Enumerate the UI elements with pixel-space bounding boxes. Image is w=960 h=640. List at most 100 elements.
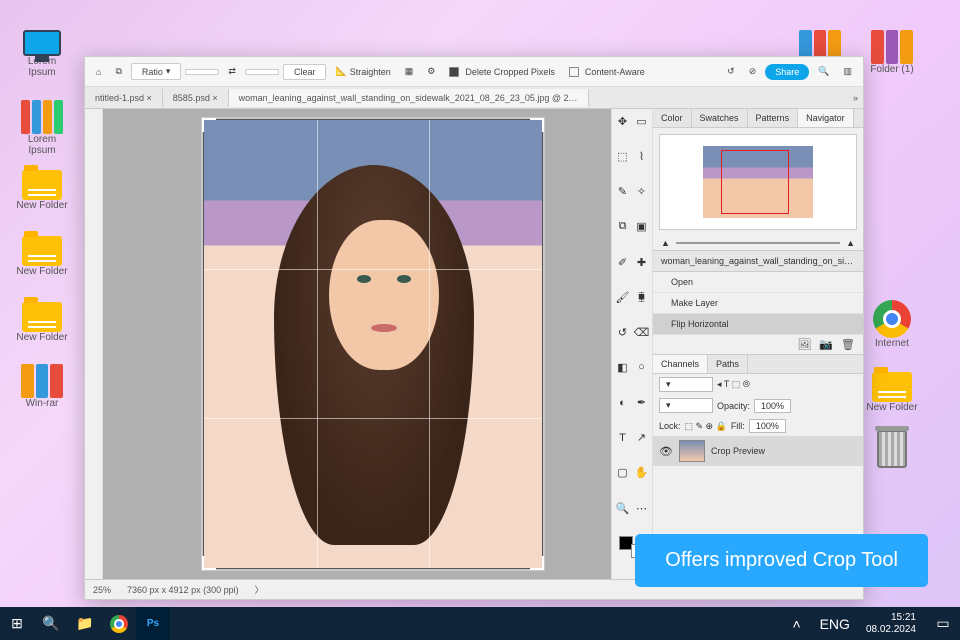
- tool-eraser-icon[interactable]: ⌫: [633, 324, 650, 341]
- status-zoom[interactable]: 25%: [93, 585, 111, 595]
- layer-kind-select[interactable]: ▾: [659, 398, 713, 413]
- tool-shape-icon[interactable]: ▢: [614, 464, 631, 481]
- desktop-icon-thispc[interactable]: Lorem Ipsum: [14, 30, 70, 78]
- tray-notifications-icon[interactable]: ▭: [926, 607, 960, 640]
- tool-artboard-icon[interactable]: ▭: [633, 113, 650, 130]
- desktop-icon-binders-2[interactable]: Folder (1): [864, 30, 920, 75]
- tab-swatches[interactable]: Swatches: [692, 109, 748, 127]
- tool-lasso-icon[interactable]: ⌇: [633, 148, 650, 165]
- desktop-icon-chrome[interactable]: Internet: [864, 300, 920, 349]
- camera-icon[interactable]: 📷: [819, 338, 833, 351]
- crop-handle-tl[interactable]: [202, 118, 216, 132]
- tool-history-icon[interactable]: ↺: [614, 324, 631, 341]
- tray-lang[interactable]: ENG: [814, 607, 856, 640]
- crop-handle-bl[interactable]: [202, 556, 216, 570]
- desktop-icon-binders[interactable]: Lorem Ipsum: [14, 100, 70, 156]
- opacity-input[interactable]: 100%: [754, 399, 791, 413]
- reset-icon[interactable]: ↺: [722, 63, 740, 80]
- left-gutter: [85, 109, 103, 579]
- canvas-area[interactable]: [103, 109, 611, 579]
- tab-paths[interactable]: Paths: [708, 355, 748, 373]
- fill-input[interactable]: 100%: [749, 419, 786, 433]
- taskbar-search-icon[interactable]: 🔍: [34, 607, 68, 640]
- desktop-icon-folder-r[interactable]: New Folder: [864, 368, 920, 413]
- crop-handle-br[interactable]: [530, 556, 544, 570]
- tool-more-icon[interactable]: ⋯: [633, 500, 650, 517]
- crop-handle-tr[interactable]: [530, 118, 544, 132]
- tab-navigator[interactable]: Navigator: [798, 109, 854, 127]
- options-bar: ⌂ ⧉ Ratio ▾ ⇄ Clear 📐 Straighten ▦ ⚙ Del…: [85, 57, 863, 87]
- tool-pen-icon[interactable]: ✒: [633, 394, 650, 411]
- tab-doc-3[interactable]: woman_leaning_against_wall_standing_on_s…: [229, 89, 589, 107]
- share-button[interactable]: Share: [765, 64, 809, 80]
- swap-icon[interactable]: ⇄: [223, 63, 241, 80]
- history-step-flip[interactable]: Flip Horizontal: [653, 314, 863, 335]
- tool-eyedrop-icon[interactable]: ✐: [614, 254, 631, 271]
- tool-move-icon[interactable]: ✥: [614, 113, 631, 130]
- snapshot-icon[interactable]: 🖼: [797, 338, 811, 351]
- tab-doc-1[interactable]: ntitled-1.psd ×: [85, 89, 163, 107]
- cancel-icon[interactable]: ⊘: [744, 63, 762, 80]
- tray-clock[interactable]: 15:21 08.02.2024: [856, 612, 926, 636]
- photoshop-window: ⌂ ⧉ Ratio ▾ ⇄ Clear 📐 Straighten ▦ ⚙ Del…: [84, 56, 864, 600]
- crop-tool-icon[interactable]: ⧉: [110, 63, 126, 80]
- tool-dodge-icon[interactable]: ◐: [614, 394, 631, 411]
- tray-chevron-icon[interactable]: ˄: [780, 607, 814, 640]
- tool-blur-icon[interactable]: ○: [633, 359, 650, 376]
- home-icon[interactable]: ⌂: [91, 64, 106, 80]
- tool-hand-icon[interactable]: ✋: [633, 464, 650, 481]
- opacity-label: Opacity:: [717, 401, 750, 411]
- lock-icons[interactable]: ⬚ ✎ ⊕ 🔒: [685, 421, 727, 432]
- status-dims: 7360 px x 4912 px (300 ppi): [127, 585, 239, 595]
- fill-label: Fill:: [731, 421, 745, 431]
- tab-color[interactable]: Color: [653, 109, 692, 127]
- history-step-open[interactable]: Open: [653, 272, 863, 293]
- tool-gradient-icon[interactable]: ◧: [614, 359, 631, 376]
- crop-bounding-box[interactable]: [203, 119, 543, 569]
- desktop-icon-folder-3[interactable]: New Folder: [14, 298, 70, 343]
- tool-wand-icon[interactable]: ✧: [633, 183, 650, 200]
- tool-marquee-icon[interactable]: ⬚: [614, 148, 631, 165]
- workspace-icon[interactable]: ▥: [838, 63, 857, 80]
- tool-path-icon[interactable]: ↗: [633, 429, 650, 446]
- taskbar-explorer-icon[interactable]: 📁: [68, 607, 102, 640]
- search-icon[interactable]: 🔍: [813, 63, 834, 80]
- panels: Color Swatches Patterns Navigator ▲▲ wom…: [653, 109, 863, 579]
- tab-patterns[interactable]: Patterns: [748, 109, 799, 127]
- straighten-button[interactable]: 📐 Straighten: [330, 63, 395, 80]
- tool-type-icon[interactable]: T: [614, 429, 631, 446]
- layer-row[interactable]: 👁 Crop Preview: [653, 436, 863, 466]
- trash-icon[interactable]: 🗑: [841, 338, 855, 351]
- taskbar-chrome-icon[interactable]: .taskbar .chrome::after{inset:4px;border…: [102, 607, 136, 640]
- settings-gear-icon[interactable]: ⚙: [422, 63, 440, 80]
- ratio-h-input[interactable]: [245, 69, 279, 75]
- visibility-icon[interactable]: 👁: [659, 445, 673, 458]
- tool-quicksel-icon[interactable]: ✎: [614, 183, 631, 200]
- history-step-makelayer[interactable]: Make Layer: [653, 293, 863, 314]
- desktop-icon-trash[interactable]: [864, 430, 920, 468]
- tool-crop-icon[interactable]: ⧉: [614, 218, 631, 235]
- ratio-w-input[interactable]: [185, 69, 219, 75]
- clear-button[interactable]: Clear: [283, 64, 327, 80]
- tool-frame-icon[interactable]: ▣: [633, 218, 650, 235]
- grid-overlay-icon: ▦: [400, 63, 419, 80]
- tool-heal-icon[interactable]: ✚: [633, 254, 650, 271]
- start-button[interactable]: ⊞: [0, 607, 34, 640]
- desktop-icon-folder-1[interactable]: New Folder: [14, 166, 70, 211]
- tab-doc-2[interactable]: 8585.psd ×: [163, 89, 229, 107]
- taskbar-ps-icon[interactable]: Ps: [136, 607, 170, 640]
- navigator-zoom-slider[interactable]: ▲▲: [653, 236, 863, 250]
- ratio-dropdown[interactable]: Ratio ▾: [131, 63, 182, 80]
- tab-channels[interactable]: Channels: [653, 355, 708, 373]
- content-aware-checkbox[interactable]: Content-Aware: [564, 64, 650, 80]
- tool-zoom-icon[interactable]: 🔍: [614, 500, 631, 517]
- blend-mode-select[interactable]: ▾: [659, 377, 713, 392]
- desktop-icon-winrar[interactable]: Win-rar: [14, 364, 70, 409]
- tool-brush-icon[interactable]: 🖌: [614, 289, 631, 306]
- tab-overflow-icon[interactable]: »: [848, 90, 863, 106]
- desktop-icon-folder-2[interactable]: New Folder: [14, 232, 70, 277]
- panel-tabs-top: Color Swatches Patterns Navigator: [653, 109, 863, 128]
- navigator-thumb[interactable]: [659, 134, 857, 230]
- delete-pixels-checkbox[interactable]: Delete Cropped Pixels: [444, 64, 560, 80]
- tool-stamp-icon[interactable]: ⧯: [633, 289, 650, 306]
